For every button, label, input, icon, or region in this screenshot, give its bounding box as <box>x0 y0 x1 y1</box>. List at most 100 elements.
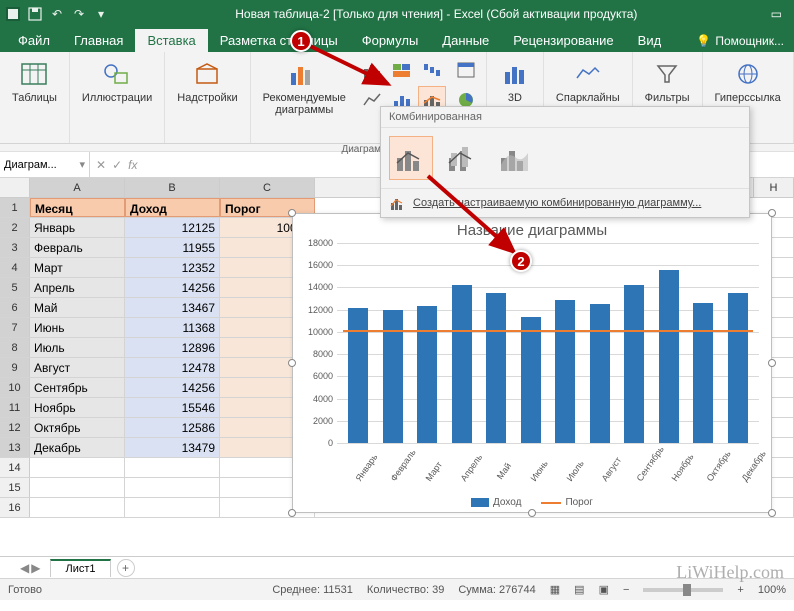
pivot-chart-button[interactable] <box>452 56 480 84</box>
cell[interactable]: 12352 <box>125 258 220 277</box>
cell[interactable]: 13479 <box>125 438 220 457</box>
cell[interactable]: 12125 <box>125 218 220 237</box>
row-header[interactable]: 14 <box>0 458 30 477</box>
cancel-icon[interactable]: ✕ <box>96 158 106 172</box>
add-sheet-button[interactable]: + <box>117 559 135 577</box>
cell[interactable] <box>125 458 220 477</box>
row-header[interactable]: 6 <box>0 298 30 317</box>
cell[interactable]: 11368 <box>125 318 220 337</box>
cell[interactable]: 14256 <box>125 278 220 297</box>
undo-icon[interactable]: ↶ <box>50 7 64 21</box>
zoom-slider[interactable] <box>643 588 723 592</box>
chart-title[interactable]: Название диаграммы <box>293 214 771 243</box>
cell[interactable]: Месяц <box>30 198 125 217</box>
tab-data[interactable]: Данные <box>430 29 501 52</box>
cell[interactable]: Август <box>30 358 125 377</box>
ribbon-options-icon[interactable]: ▭ <box>765 7 788 21</box>
zoom-in-icon[interactable]: + <box>737 584 743 596</box>
tables-button[interactable]: Таблицы <box>6 56 63 106</box>
cell[interactable]: Май <box>30 298 125 317</box>
row-header[interactable]: 10 <box>0 378 30 397</box>
row-header[interactable]: 8 <box>0 338 30 357</box>
cell[interactable]: Февраль <box>30 238 125 257</box>
embedded-chart[interactable]: Название диаграммы 020004000600080001000… <box>292 213 772 513</box>
resize-handle[interactable] <box>288 509 296 517</box>
row-header[interactable]: 5 <box>0 278 30 297</box>
row-header[interactable]: 11 <box>0 398 30 417</box>
tab-review[interactable]: Рецензирование <box>501 29 625 52</box>
col-header-h[interactable]: H <box>754 178 794 197</box>
cell[interactable] <box>30 458 125 477</box>
row-header[interactable]: 3 <box>0 238 30 257</box>
row-header[interactable]: 12 <box>0 418 30 437</box>
qat-dropdown-icon[interactable]: ▾ <box>94 7 108 21</box>
row-header[interactable]: 4 <box>0 258 30 277</box>
worksheet-grid[interactable]: A B C H 1МесяцДоходПорог2Январь121251000… <box>0 178 794 556</box>
filters-button[interactable]: Фильтры <box>639 56 696 106</box>
cell[interactable] <box>125 498 220 517</box>
cell[interactable]: 14256 <box>125 378 220 397</box>
sheet-tab-1[interactable]: Лист1 <box>50 559 110 577</box>
tab-view[interactable]: Вид <box>626 29 674 52</box>
resize-handle[interactable] <box>288 359 296 367</box>
row-header[interactable]: 2 <box>0 218 30 237</box>
view-normal-icon[interactable]: ▦ <box>550 583 560 596</box>
cell[interactable]: 12586 <box>125 418 220 437</box>
hyperlink-button[interactable]: Гиперссылка <box>709 56 787 106</box>
enter-icon[interactable]: ✓ <box>112 158 122 172</box>
sparklines-button[interactable]: Спарклайны <box>550 56 626 106</box>
cell[interactable]: Октябрь <box>30 418 125 437</box>
col-header-b[interactable]: B <box>125 178 220 197</box>
cell[interactable]: 11955 <box>125 238 220 257</box>
row-header[interactable]: 16 <box>0 498 30 517</box>
cell[interactable]: Апрель <box>30 278 125 297</box>
chart-plot-area[interactable]: 0200040006000800010000120001400016000180… <box>337 243 759 443</box>
next-sheet-icon[interactable]: ▶ <box>31 561 40 575</box>
waterfall-chart-button[interactable] <box>418 56 446 84</box>
cell[interactable]: Июль <box>30 338 125 357</box>
chevron-down-icon[interactable]: ▾ <box>79 158 85 171</box>
cell[interactable]: Сентябрь <box>30 378 125 397</box>
cell[interactable]: Декабрь <box>30 438 125 457</box>
zoom-level[interactable]: 100% <box>758 584 786 596</box>
cell[interactable]: 15546 <box>125 398 220 417</box>
resize-handle[interactable] <box>768 509 776 517</box>
view-layout-icon[interactable]: ▤ <box>574 583 584 596</box>
row-header[interactable]: 15 <box>0 478 30 497</box>
cell[interactable]: 13467 <box>125 298 220 317</box>
row-header[interactable]: 7 <box>0 318 30 337</box>
name-box[interactable]: Диаграм...▾ <box>0 152 90 177</box>
cell[interactable] <box>125 478 220 497</box>
illustrations-button[interactable]: Иллюстрации <box>76 56 158 106</box>
tab-insert[interactable]: Вставка <box>135 29 207 52</box>
chart-legend[interactable]: Доход Порог <box>293 497 771 508</box>
resize-handle[interactable] <box>528 509 536 517</box>
select-all-corner[interactable] <box>0 178 30 197</box>
3d-map-button[interactable]: 3D <box>493 56 537 106</box>
save-icon[interactable] <box>28 7 42 21</box>
resize-handle[interactable] <box>288 209 296 217</box>
addins-button[interactable]: Надстройки <box>171 56 243 106</box>
tell-me[interactable]: 💡Помощник... <box>686 30 794 52</box>
view-break-icon[interactable]: ▣ <box>599 583 609 596</box>
prev-sheet-icon[interactable]: ◀ <box>20 561 29 575</box>
tab-file[interactable]: Файл <box>6 29 62 52</box>
row-header[interactable]: 1 <box>0 198 30 217</box>
cell[interactable] <box>30 478 125 497</box>
row-header[interactable]: 9 <box>0 358 30 377</box>
cell[interactable]: Март <box>30 258 125 277</box>
cell[interactable] <box>30 498 125 517</box>
col-header-c[interactable]: C <box>220 178 315 197</box>
tab-home[interactable]: Главная <box>62 29 135 52</box>
cell[interactable]: Доход <box>125 198 220 217</box>
cell[interactable]: 12478 <box>125 358 220 377</box>
cell[interactable]: Ноябрь <box>30 398 125 417</box>
col-header-a[interactable]: A <box>30 178 125 197</box>
resize-handle[interactable] <box>768 359 776 367</box>
cell[interactable]: 12896 <box>125 338 220 357</box>
cell[interactable]: Январь <box>30 218 125 237</box>
sheet-nav[interactable]: ◀▶ <box>20 561 40 575</box>
zoom-out-icon[interactable]: − <box>623 584 629 596</box>
redo-icon[interactable]: ↷ <box>72 7 86 21</box>
cell[interactable]: Июнь <box>30 318 125 337</box>
